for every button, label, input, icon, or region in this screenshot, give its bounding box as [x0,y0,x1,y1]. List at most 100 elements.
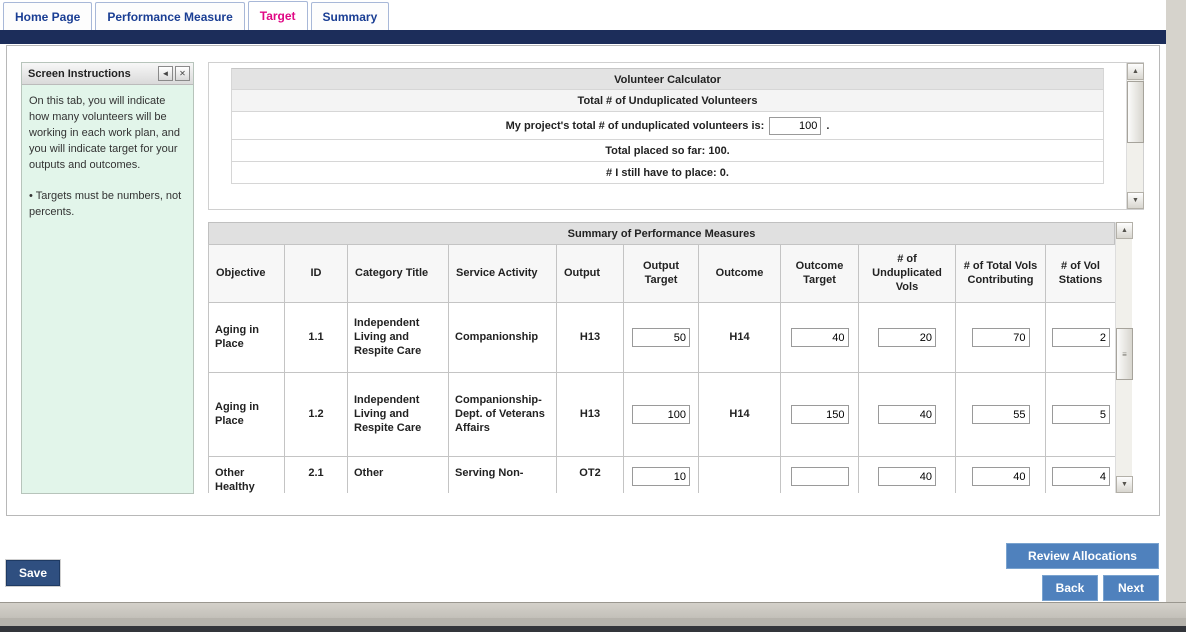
unduplicated-vols-input[interactable] [878,328,936,347]
unduplicated-vols-cell [859,457,956,493]
output-cell: OT2 [557,457,624,493]
save-button[interactable]: Save [6,560,60,586]
col-header-total-vols-contributing: # of Total Vols Contributing [956,245,1046,303]
unduplicated-vols-input[interactable] [878,467,936,486]
scroll-up-icon[interactable]: ▲ [1127,63,1144,80]
vol-stations-input[interactable] [1052,405,1110,424]
table-scrollbar-thumb[interactable]: ≡ [1116,328,1133,380]
table-scrollbar[interactable]: ▲ ≡ ▼ [1115,222,1132,493]
back-button[interactable]: Back [1042,575,1098,601]
outcome-target-cell [781,373,859,457]
volunteer-calculator-content: Volunteer Calculator Total # of Unduplic… [209,63,1126,209]
category-title-cell: Independent Living and Respite Care [348,303,449,373]
output-cell: H13 [557,373,624,457]
performance-measures-table: Objective ID Category Title Service Acti… [208,244,1115,493]
tab-bar: Home Page Performance Measure Target Sum… [0,0,1166,30]
unduplicated-vols-cell [859,373,956,457]
table-header-row: Objective ID Category Title Service Acti… [209,245,1116,303]
output-target-input[interactable] [632,328,690,347]
service-activity-cell: Companionship [449,303,557,373]
calculator-scrollbar-thumb[interactable] [1127,81,1144,143]
service-activity-cell: Companionship-Dept. of Veterans Affairs [449,373,557,457]
volunteer-calculator-panel: Volunteer Calculator Total # of Unduplic… [208,62,1144,210]
unduplicated-volunteers-label: My project's total # of unduplicated vol… [506,120,765,132]
total-vols-input[interactable] [972,405,1030,424]
vol-stations-cell [1046,373,1116,457]
total-vols-cell [956,457,1046,493]
total-vols-cell [956,373,1046,457]
outcome-cell: H14 [699,303,781,373]
window-bottom-edge [0,618,1186,626]
output-target-cell [624,373,699,457]
table-row: Other Healthy 2.1 Other Serving Non- OT2 [209,457,1116,493]
screen-instructions-panel: Screen Instructions ◄ ✕ On this tab, you… [21,62,194,494]
scroll-down-icon[interactable]: ▼ [1127,192,1144,209]
summary-table-title: Summary of Performance Measures [208,222,1115,245]
table-row: Aging in Place 1.1 Independent Living an… [209,303,1116,373]
tab-performance-measure[interactable]: Performance Measure [95,2,244,30]
id-cell: 1.2 [285,373,348,457]
window-right-edge [1166,0,1186,632]
vol-stations-input[interactable] [1052,467,1110,486]
vol-stations-cell [1046,303,1116,373]
objective-cell: Other Healthy [209,457,285,493]
still-to-place-text: # I still have to place: 0. [231,162,1104,184]
col-header-unduplicated-vols: # of Unduplicated Vols [859,245,956,303]
output-target-cell [624,457,699,493]
calculator-subtitle: Total # of Unduplicated Volunteers [231,90,1104,112]
next-button[interactable]: Next [1103,575,1159,601]
category-title-cell: Other [348,457,449,493]
calculator-title: Volunteer Calculator [231,68,1104,90]
screen-instructions-header: Screen Instructions ◄ ✕ [22,63,193,85]
performance-measures-scroll-view: Summary of Performance Measures Objectiv… [208,222,1115,493]
screen-instructions-title: Screen Instructions [28,68,156,80]
review-allocations-button[interactable]: Review Allocations [1006,543,1159,569]
performance-measures-panel: Summary of Performance Measures Objectiv… [208,222,1132,493]
table-row: Aging in Place 1.2 Independent Living an… [209,373,1116,457]
vol-stations-cell [1046,457,1116,493]
outcome-cell: H14 [699,373,781,457]
category-title-cell: Independent Living and Respite Care [348,373,449,457]
outcome-target-input[interactable] [791,328,849,347]
col-header-objective: Objective [209,245,285,303]
scroll-up-icon[interactable]: ▲ [1116,222,1133,239]
label-period: . [826,120,829,132]
total-vols-input[interactable] [972,328,1030,347]
col-header-output: Output [557,245,624,303]
window-bottom-border [0,626,1186,632]
calculator-input-row: My project's total # of unduplicated vol… [231,112,1104,140]
calculator-scrollbar[interactable]: ▲ ▼ [1126,63,1143,209]
vol-stations-input[interactable] [1052,328,1110,347]
total-vols-input[interactable] [972,467,1030,486]
col-header-service-activity: Service Activity [449,245,557,303]
col-header-vol-stations: # of Vol Stations [1046,245,1116,303]
close-icon: ✕ [179,69,186,78]
output-target-cell [624,303,699,373]
unduplicated-vols-input[interactable] [878,405,936,424]
unduplicated-volunteers-input[interactable] [769,117,821,135]
output-target-input[interactable] [632,405,690,424]
output-cell: H13 [557,303,624,373]
outcome-target-input[interactable] [791,467,849,486]
tab-summary[interactable]: Summary [311,2,390,30]
objective-cell: Aging in Place [209,303,285,373]
outcome-target-cell [781,303,859,373]
col-header-output-target: Output Target [624,245,699,303]
tab-home-page[interactable]: Home Page [3,2,92,30]
outcome-target-input[interactable] [791,405,849,424]
tab-target[interactable]: Target [248,1,308,30]
close-panel-button[interactable]: ✕ [175,66,190,81]
col-header-outcome: Outcome [699,245,781,303]
thumb-grip-icon: ≡ [1122,350,1127,359]
col-header-outcome-target: Outcome Target [781,245,859,303]
instructions-note: • Targets must be numbers, not percents. [29,189,186,221]
collapse-arrow-icon: ◄ [162,69,170,78]
screen-instructions-body: On this tab, you will indicate how many … [22,85,193,230]
output-target-input[interactable] [632,467,690,486]
scroll-down-icon[interactable]: ▼ [1116,476,1133,493]
col-header-id: ID [285,245,348,303]
col-header-category-title: Category Title [348,245,449,303]
collapse-panel-button[interactable]: ◄ [158,66,173,81]
instructions-text: On this tab, you will indicate how many … [29,94,186,174]
service-activity-cell: Serving Non- [449,457,557,493]
